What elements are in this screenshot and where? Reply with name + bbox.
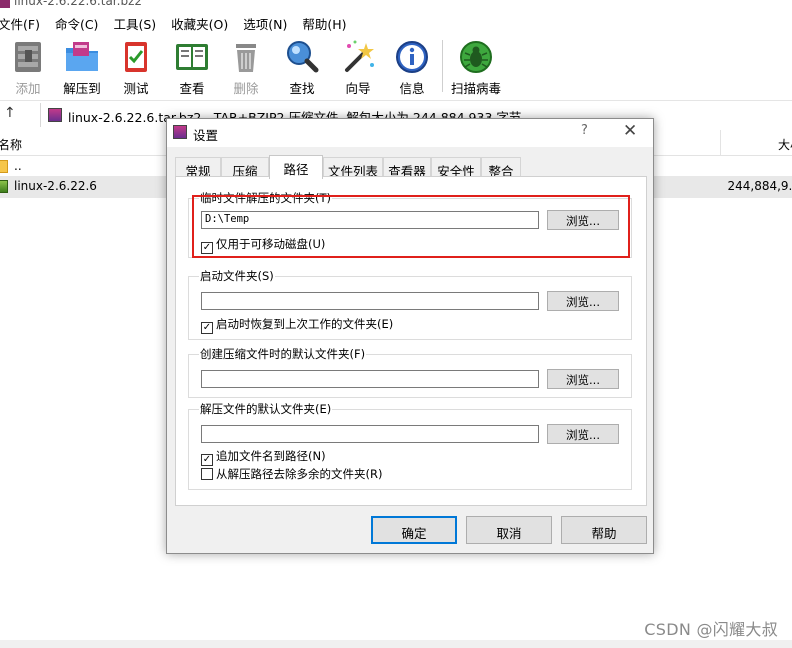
add-archive-icon — [9, 38, 47, 76]
restore-last-folder-checkbox[interactable]: ✓ 启动时恢复到上次工作的文件夹(E) — [201, 316, 393, 334]
settings-dialog: 设置 ? ✕ 常规 压缩 路径 文件列表 查看器 安全性 整合 临时文件解压的文… — [166, 118, 654, 554]
tab-file-list[interactable]: 文件列表 — [323, 157, 383, 179]
delete-button[interactable]: 删除 — [218, 38, 274, 97]
extract-to-icon — [63, 38, 101, 76]
tab-paths[interactable]: 路径 — [269, 155, 323, 179]
temp-folder-label: 临时文件解压的文件夹(T) — [199, 190, 332, 206]
ok-button[interactable]: 确定 — [371, 516, 457, 544]
group-temp-folder: 临时文件解压的文件夹(T) D:\Temp 浏览... ✓ 仅用于可移动磁盘(U) — [188, 190, 632, 258]
remove-redundant-folders-checkbox[interactable]: 从解压路径去除多余的文件夹(R) — [201, 466, 382, 481]
default-archive-folder-label: 创建压缩文件时的默认文件夹(F) — [199, 346, 367, 362]
default-extract-folder-browse-button[interactable]: 浏览... — [547, 424, 619, 444]
cancel-button[interactable]: 取消 — [466, 516, 552, 544]
group-default-archive-folder: 创建压缩文件时的默认文件夹(F) 浏览... — [188, 346, 632, 398]
menu-favorites[interactable]: 收藏夹(O) — [171, 14, 228, 33]
group-default-extract-folder: 解压文件的默认文件夹(E) 浏览... ✓ 追加文件名到路径(N) 从解压路径去除… — [188, 401, 632, 490]
dialog-title: 设置 — [193, 128, 219, 143]
default-archive-folder-browse-button[interactable]: 浏览... — [547, 369, 619, 389]
extract-to-button[interactable]: 解压到 — [54, 38, 110, 97]
wizard-button[interactable]: 向导 — [330, 38, 386, 97]
test-button[interactable]: 测试 — [108, 38, 164, 97]
help-icon[interactable]: ? — [581, 123, 588, 138]
archive-file-icon — [48, 108, 62, 122]
help-button[interactable]: 帮助 — [561, 516, 647, 544]
tab-security[interactable]: 安全性 — [431, 157, 481, 179]
winrar-app-icon — [0, 0, 10, 8]
tab-viewer[interactable]: 查看器 — [383, 157, 431, 179]
checkbox-checked-icon: ✓ — [201, 242, 213, 254]
find-icon — [283, 38, 321, 76]
view-button[interactable]: 查看 — [164, 38, 220, 97]
menu-tools[interactable]: 工具(S) — [113, 14, 156, 33]
menu-options[interactable]: 选项(N) — [243, 14, 287, 33]
menu-commands[interactable]: 命令(C) — [55, 14, 98, 33]
virus-scan-button[interactable]: 扫描病毒 — [448, 38, 504, 97]
checkbox-checked-icon: ✓ — [201, 454, 213, 466]
watermark: CSDN @闪耀大叔 — [644, 620, 778, 639]
group-startup-folder: 启动文件夹(S) 浏览... ✓ 启动时恢复到上次工作的文件夹(E) — [188, 268, 632, 340]
delete-icon — [227, 38, 265, 76]
horizontal-scrollbar[interactable] — [0, 640, 792, 648]
add-button[interactable]: 添加 — [0, 38, 56, 97]
test-icon — [117, 38, 155, 76]
paths-tab-page: 临时文件解压的文件夹(T) D:\Temp 浏览... ✓ 仅用于可移动磁盘(U)… — [175, 176, 647, 506]
checkbox-unchecked-icon — [201, 468, 213, 480]
tar-file-icon — [0, 180, 8, 193]
winrar-dialog-icon — [173, 125, 187, 139]
view-icon — [173, 38, 211, 76]
removable-only-checkbox[interactable]: ✓ 仅用于可移动磁盘(U) — [201, 236, 325, 254]
menu-bar: 文件(F) 命令(C) 工具(S) 收藏夹(O) 选项(N) 帮助(H) — [0, 12, 792, 34]
temp-folder-browse-button[interactable]: 浏览... — [547, 210, 619, 230]
wizard-icon — [339, 38, 377, 76]
folder-icon — [0, 160, 8, 173]
column-header-name[interactable]: 名称 — [0, 136, 22, 153]
column-header-size[interactable]: 大小 — [778, 136, 792, 153]
tab-compression[interactable]: 压缩 — [221, 157, 269, 179]
dialog-titlebar: 设置 ? ✕ — [167, 119, 653, 147]
virus-scan-icon — [457, 38, 495, 76]
default-archive-folder-input[interactable] — [201, 370, 539, 388]
append-archive-name-checkbox[interactable]: ✓ 追加文件名到路径(N) — [201, 448, 326, 466]
tab-integration[interactable]: 整合 — [481, 157, 521, 179]
address-separator — [40, 103, 41, 127]
menu-file[interactable]: 文件(F) — [0, 14, 40, 33]
startup-folder-input[interactable] — [201, 292, 539, 310]
close-icon[interactable]: ✕ — [623, 121, 637, 141]
window-title: linux-2.6.22.6.tar.bz2 — [14, 0, 142, 8]
info-icon — [393, 38, 431, 76]
temp-folder-input[interactable]: D:\Temp — [201, 211, 539, 229]
default-extract-folder-input[interactable] — [201, 425, 539, 443]
find-button[interactable]: 查找 — [274, 38, 330, 97]
column-separator[interactable] — [720, 130, 721, 156]
startup-folder-label: 启动文件夹(S) — [199, 268, 275, 284]
toolbar-separator — [442, 40, 443, 92]
checkbox-checked-icon: ✓ — [201, 322, 213, 334]
startup-folder-browse-button[interactable]: 浏览... — [547, 291, 619, 311]
default-extract-folder-label: 解压文件的默认文件夹(E) — [199, 401, 333, 417]
window-titlebar: linux-2.6.22.6.tar.bz2 — [0, 0, 792, 10]
info-button[interactable]: 信息 — [384, 38, 440, 97]
menu-help[interactable]: 帮助(H) — [302, 14, 346, 33]
up-arrow-icon[interactable]: ↑ — [4, 105, 16, 121]
tab-general[interactable]: 常规 — [175, 157, 221, 179]
toolbar: 添加 解压到 测试 查看 删除 查找 向导 信息 扫描病毒 — [0, 36, 792, 96]
